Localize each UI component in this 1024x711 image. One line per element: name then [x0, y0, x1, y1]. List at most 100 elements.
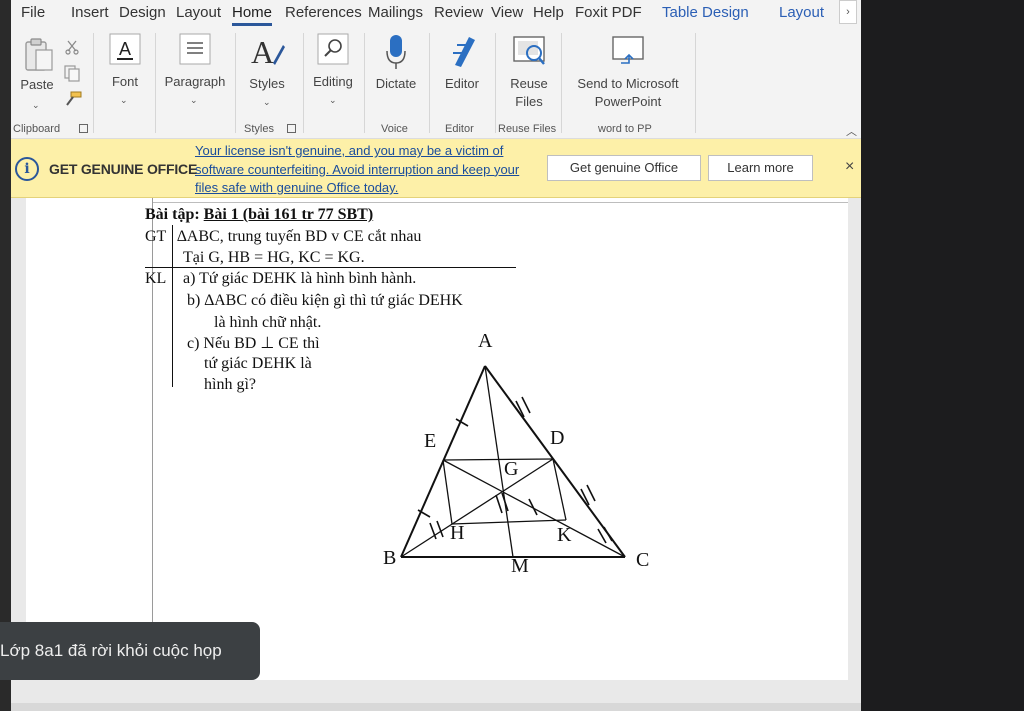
- tab-foxit-pdf[interactable]: Foxit PDF: [575, 4, 642, 21]
- kl-part-c-line-2: tứ giác DEHK là: [204, 355, 312, 372]
- document-page[interactable]: Bài tập: Bài 1 (bài 161 tr 77 SBT) GT ∆A…: [26, 198, 848, 680]
- microphone-icon: [386, 35, 406, 69]
- styles-chevron-down-icon: ⌄: [263, 97, 271, 107]
- learn-more-button[interactable]: Learn more: [708, 155, 813, 181]
- point-label-k: K: [557, 524, 572, 546]
- reuse-files-icon: [513, 36, 545, 65]
- separator: [155, 33, 156, 133]
- send-ppt-label-2: PowerPoint: [594, 94, 662, 109]
- point-label-d: D: [550, 427, 564, 449]
- tick-mark: [495, 494, 503, 514]
- send-to-powerpoint-icon: [612, 36, 644, 64]
- separator: [235, 33, 236, 133]
- editor-button[interactable]: Editor: [435, 33, 489, 103]
- dictate-button[interactable]: Dictate: [369, 33, 423, 103]
- send-to-powerpoint-button[interactable]: Send to Microsoft PowerPoint: [567, 33, 689, 113]
- tab-insert[interactable]: Insert: [71, 4, 109, 21]
- font-button[interactable]: A Font ⌄: [103, 33, 147, 113]
- get-genuine-office-button[interactable]: Get genuine Office: [547, 155, 701, 181]
- tab-references[interactable]: References: [285, 4, 362, 21]
- segment-ed: [442, 458, 554, 461]
- close-icon[interactable]: ×: [845, 158, 854, 176]
- separator: [429, 33, 430, 133]
- tab-table-layout[interactable]: Layout: [779, 4, 824, 21]
- gt-label: GT: [145, 228, 167, 245]
- paragraph-label: Paragraph: [164, 74, 226, 89]
- styles-button[interactable]: A Styles ⌄: [243, 33, 291, 113]
- genuine-office-banner: i GET GENUINE OFFICE Your license isn't …: [11, 139, 861, 198]
- editing-chevron-down-icon: ⌄: [329, 95, 337, 105]
- reuse-files-button[interactable]: Reuse Files: [501, 33, 557, 113]
- gt-kl-horizontal-line: [145, 267, 516, 268]
- status-bar: [11, 703, 861, 711]
- reuse-files-label-1: Reuse: [510, 76, 548, 91]
- kl-part-c-line-1: c) Nếu BD ⊥ CE thì: [187, 335, 320, 352]
- styles-icon: A: [251, 34, 285, 69]
- kl-part-a: a) Tứ giác DEHK là hình bình hành.: [183, 270, 417, 287]
- tick-mark: [501, 492, 509, 512]
- tick-mark: [436, 520, 444, 538]
- vertex-label-a: A: [478, 330, 493, 352]
- tick-mark: [586, 484, 596, 502]
- page-top-line: [152, 202, 848, 203]
- svg-text:A: A: [251, 34, 274, 69]
- tab-design[interactable]: Design: [119, 4, 166, 21]
- editor-label: Editor: [445, 76, 479, 91]
- point-label-g: G: [504, 458, 518, 480]
- styles-launcher-icon[interactable]: [287, 124, 296, 133]
- send-ppt-label-1: Send to Microsoft: [577, 76, 679, 91]
- reuse-files-group-label: Reuse Files: [498, 123, 557, 135]
- tick-mark: [521, 396, 531, 414]
- separator: [495, 33, 496, 133]
- triangle-figure: A B C D E G H K M: [383, 330, 649, 577]
- tab-layout[interactable]: Layout: [176, 4, 221, 21]
- separator: [561, 33, 562, 133]
- tick-mark: [603, 526, 613, 542]
- font-label: Font: [111, 74, 138, 89]
- paste-label: Paste: [20, 77, 54, 92]
- tab-home[interactable]: Home: [232, 4, 273, 26]
- exercise-title-main: Bài 1 (bài 161 tr 77 SBT): [203, 206, 374, 223]
- gt-kl-vertical-line: [172, 225, 173, 387]
- more-tabs-button[interactable]: ›: [839, 0, 857, 24]
- banner-message-link[interactable]: Your license isn't genuine, and you may …: [195, 142, 540, 198]
- copy-icon[interactable]: [63, 64, 81, 82]
- ribbon: Paste ⌄ Clipboard A Font ⌄ Paragraph ⌄ A…: [11, 27, 861, 139]
- tab-mailings[interactable]: Mailings: [368, 4, 423, 21]
- tab-review[interactable]: Review: [434, 4, 483, 21]
- point-label-h: H: [450, 522, 464, 544]
- vertex-label-b: B: [383, 547, 396, 569]
- tab-file[interactable]: File: [21, 4, 45, 21]
- editor-pen-icon: [453, 37, 475, 67]
- gt-line-1: ∆ABC, trung tuyến BD v CE cắt nhau: [177, 228, 422, 245]
- kl-part-c-line-3: hình gì?: [204, 376, 256, 393]
- clipboard-launcher-icon[interactable]: [79, 124, 88, 133]
- tab-help[interactable]: Help: [533, 4, 564, 21]
- collapse-ribbon-icon[interactable]: ︿: [846, 123, 857, 139]
- font-icon: A: [109, 33, 141, 65]
- paragraph-chevron-down-icon: ⌄: [190, 95, 198, 105]
- word-window: File Insert Design Layout Home Reference…: [11, 0, 861, 711]
- segment-hk: [451, 519, 567, 525]
- format-painter-icon[interactable]: [63, 90, 83, 108]
- segment-eh: [442, 459, 453, 525]
- paragraph-icon: [179, 33, 211, 65]
- styles-group-label: Styles: [244, 123, 274, 135]
- clipboard-group-label: Clipboard: [13, 123, 61, 135]
- tab-table-design[interactable]: Table Design: [662, 4, 749, 21]
- tab-view[interactable]: View: [491, 4, 523, 21]
- meeting-toast: Lớp 8a1 đã rời khỏi cuộc họp: [0, 622, 260, 680]
- cut-icon[interactable]: [65, 39, 79, 55]
- separator: [364, 33, 365, 133]
- kl-label: KL: [145, 270, 167, 287]
- paste-icon: [25, 38, 53, 71]
- paste-button[interactable]: Paste ⌄: [15, 35, 59, 113]
- editing-button[interactable]: Editing ⌄: [307, 33, 359, 113]
- paragraph-button[interactable]: Paragraph ⌄: [161, 33, 229, 113]
- banner-title: GET GENUINE OFFICE: [49, 161, 198, 177]
- point-label-e: E: [424, 430, 436, 452]
- dictate-label: Dictate: [375, 76, 417, 91]
- vertex-label-c: C: [636, 549, 649, 571]
- exercise-title-prefix: Bài tập:: [145, 206, 200, 223]
- paste-chevron-down-icon: ⌄: [32, 100, 40, 110]
